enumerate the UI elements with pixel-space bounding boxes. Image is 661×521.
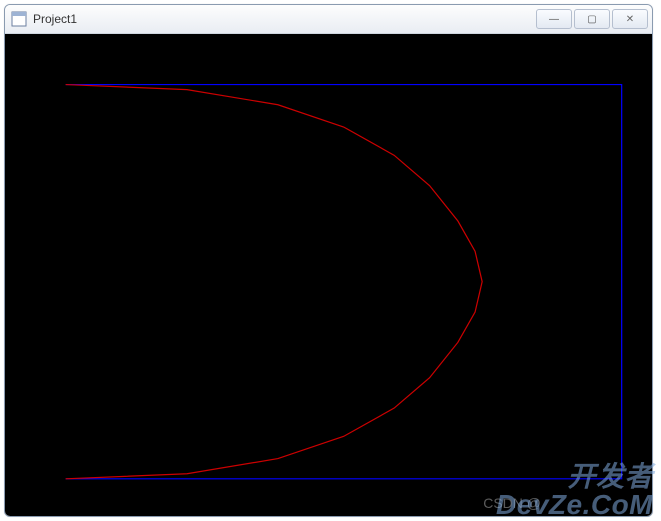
app-window: Project1 — ▢ ✕ [4, 4, 653, 517]
maximize-button[interactable]: ▢ [574, 9, 610, 29]
plot-canvas [5, 34, 652, 517]
window-buttons: — ▢ ✕ [534, 9, 648, 29]
minimize-icon: — [549, 14, 559, 25]
maximize-icon: ▢ [587, 14, 596, 25]
client-area [5, 34, 652, 516]
close-button[interactable]: ✕ [612, 9, 648, 29]
series-rectangle-frame [66, 85, 622, 479]
app-icon [11, 11, 27, 27]
series-parabola-curve [66, 85, 483, 479]
titlebar[interactable]: Project1 — ▢ ✕ [5, 5, 652, 34]
close-icon: ✕ [626, 14, 634, 25]
minimize-button[interactable]: — [536, 9, 572, 29]
window-title: Project1 [33, 12, 534, 26]
